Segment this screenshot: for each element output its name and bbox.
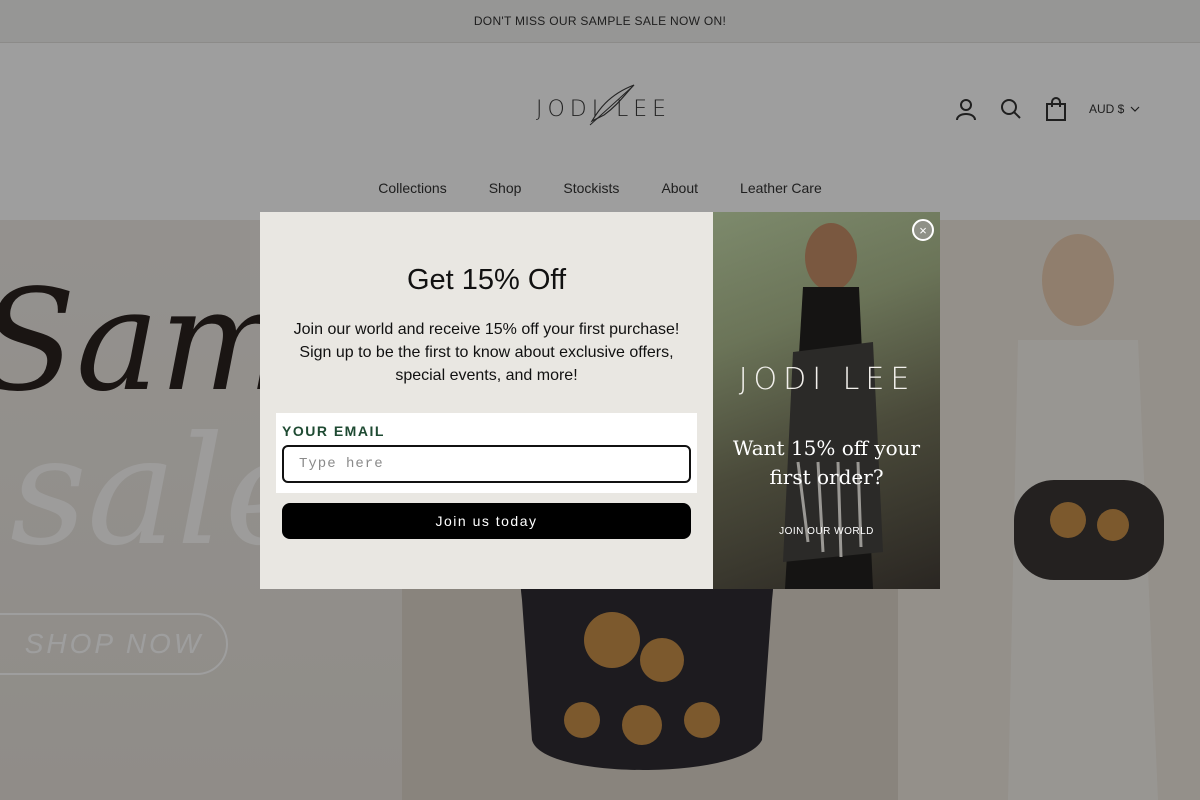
close-icon[interactable]: × — [912, 219, 934, 241]
image-cta: JOIN OUR WORLD — [779, 526, 874, 537]
email-field[interactable] — [282, 445, 691, 483]
image-logo: JODI LEE — [738, 362, 916, 397]
popup-form-panel: Get 15% Off Join our world and receive 1… — [260, 212, 713, 589]
discount-popup: Get 15% Off Join our world and receive 1… — [260, 212, 940, 589]
email-label: YOUR EMAIL — [282, 423, 385, 439]
popup-description: Join our world and receive 15% off your … — [293, 321, 680, 384]
join-us-button[interactable]: Join us today — [282, 503, 691, 539]
email-field-container: YOUR EMAIL — [276, 413, 697, 493]
image-headline: Want 15% off your first order? — [732, 436, 921, 489]
popup-title: Get 15% Off — [406, 264, 567, 296]
popup-image-panel: JODI LEE Want 15% off your first order? … — [713, 212, 940, 589]
